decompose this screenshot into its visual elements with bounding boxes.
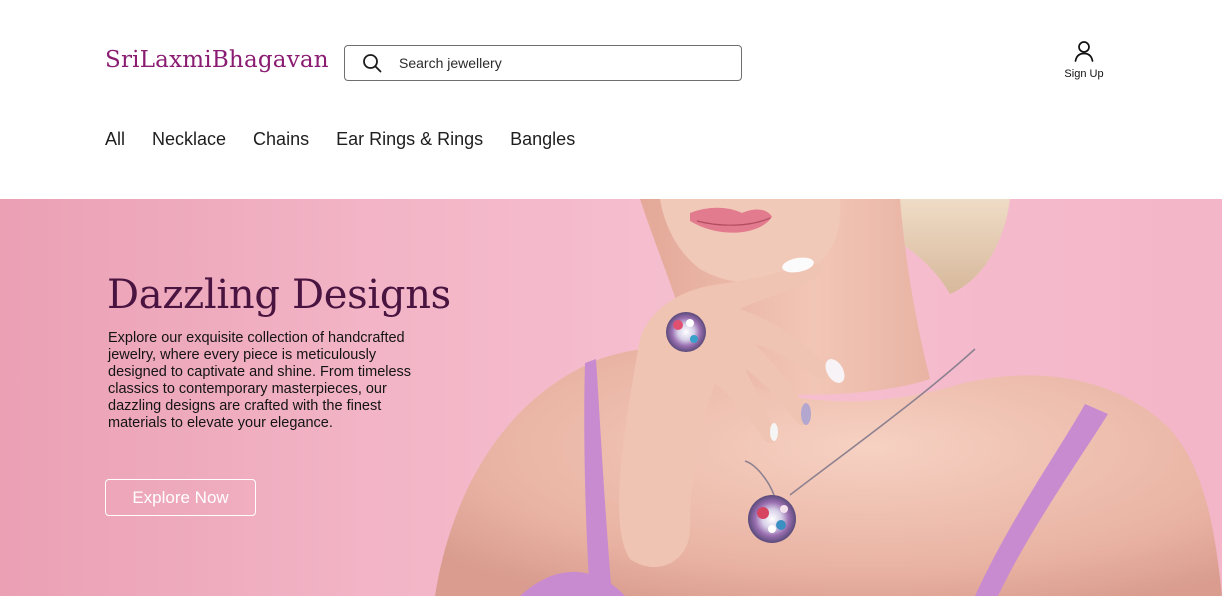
site-header: SriLaxmiBhagavan Sign Up All Necklace Ch… [0,0,1222,199]
nav-item-necklace[interactable]: Necklace [152,129,226,150]
sign-up-label: Sign Up [1064,68,1104,80]
nav-item-bangles[interactable]: Bangles [510,129,575,150]
hero-description: Explore our exquisite collection of hand… [108,330,412,431]
user-icon [1074,41,1094,62]
nav-item-chains[interactable]: Chains [253,129,309,150]
nav-item-all[interactable]: All [105,129,125,150]
explore-now-button[interactable]: Explore Now [105,479,256,516]
search-bar[interactable] [344,45,742,81]
search-icon[interactable] [361,52,383,74]
hero-banner: Dazzling Designs Explore our exquisite c… [0,199,1222,596]
brand-logo[interactable]: SriLaxmiBhagavan [105,47,329,73]
hero-title: Dazzling Designs [107,272,451,318]
search-input[interactable] [399,55,719,71]
sign-up-button[interactable]: Sign Up [1058,40,1110,80]
nav-item-ear-rings-rings[interactable]: Ear Rings & Rings [336,129,483,150]
category-nav: All Necklace Chains Ear Rings & Rings Ba… [105,129,602,150]
